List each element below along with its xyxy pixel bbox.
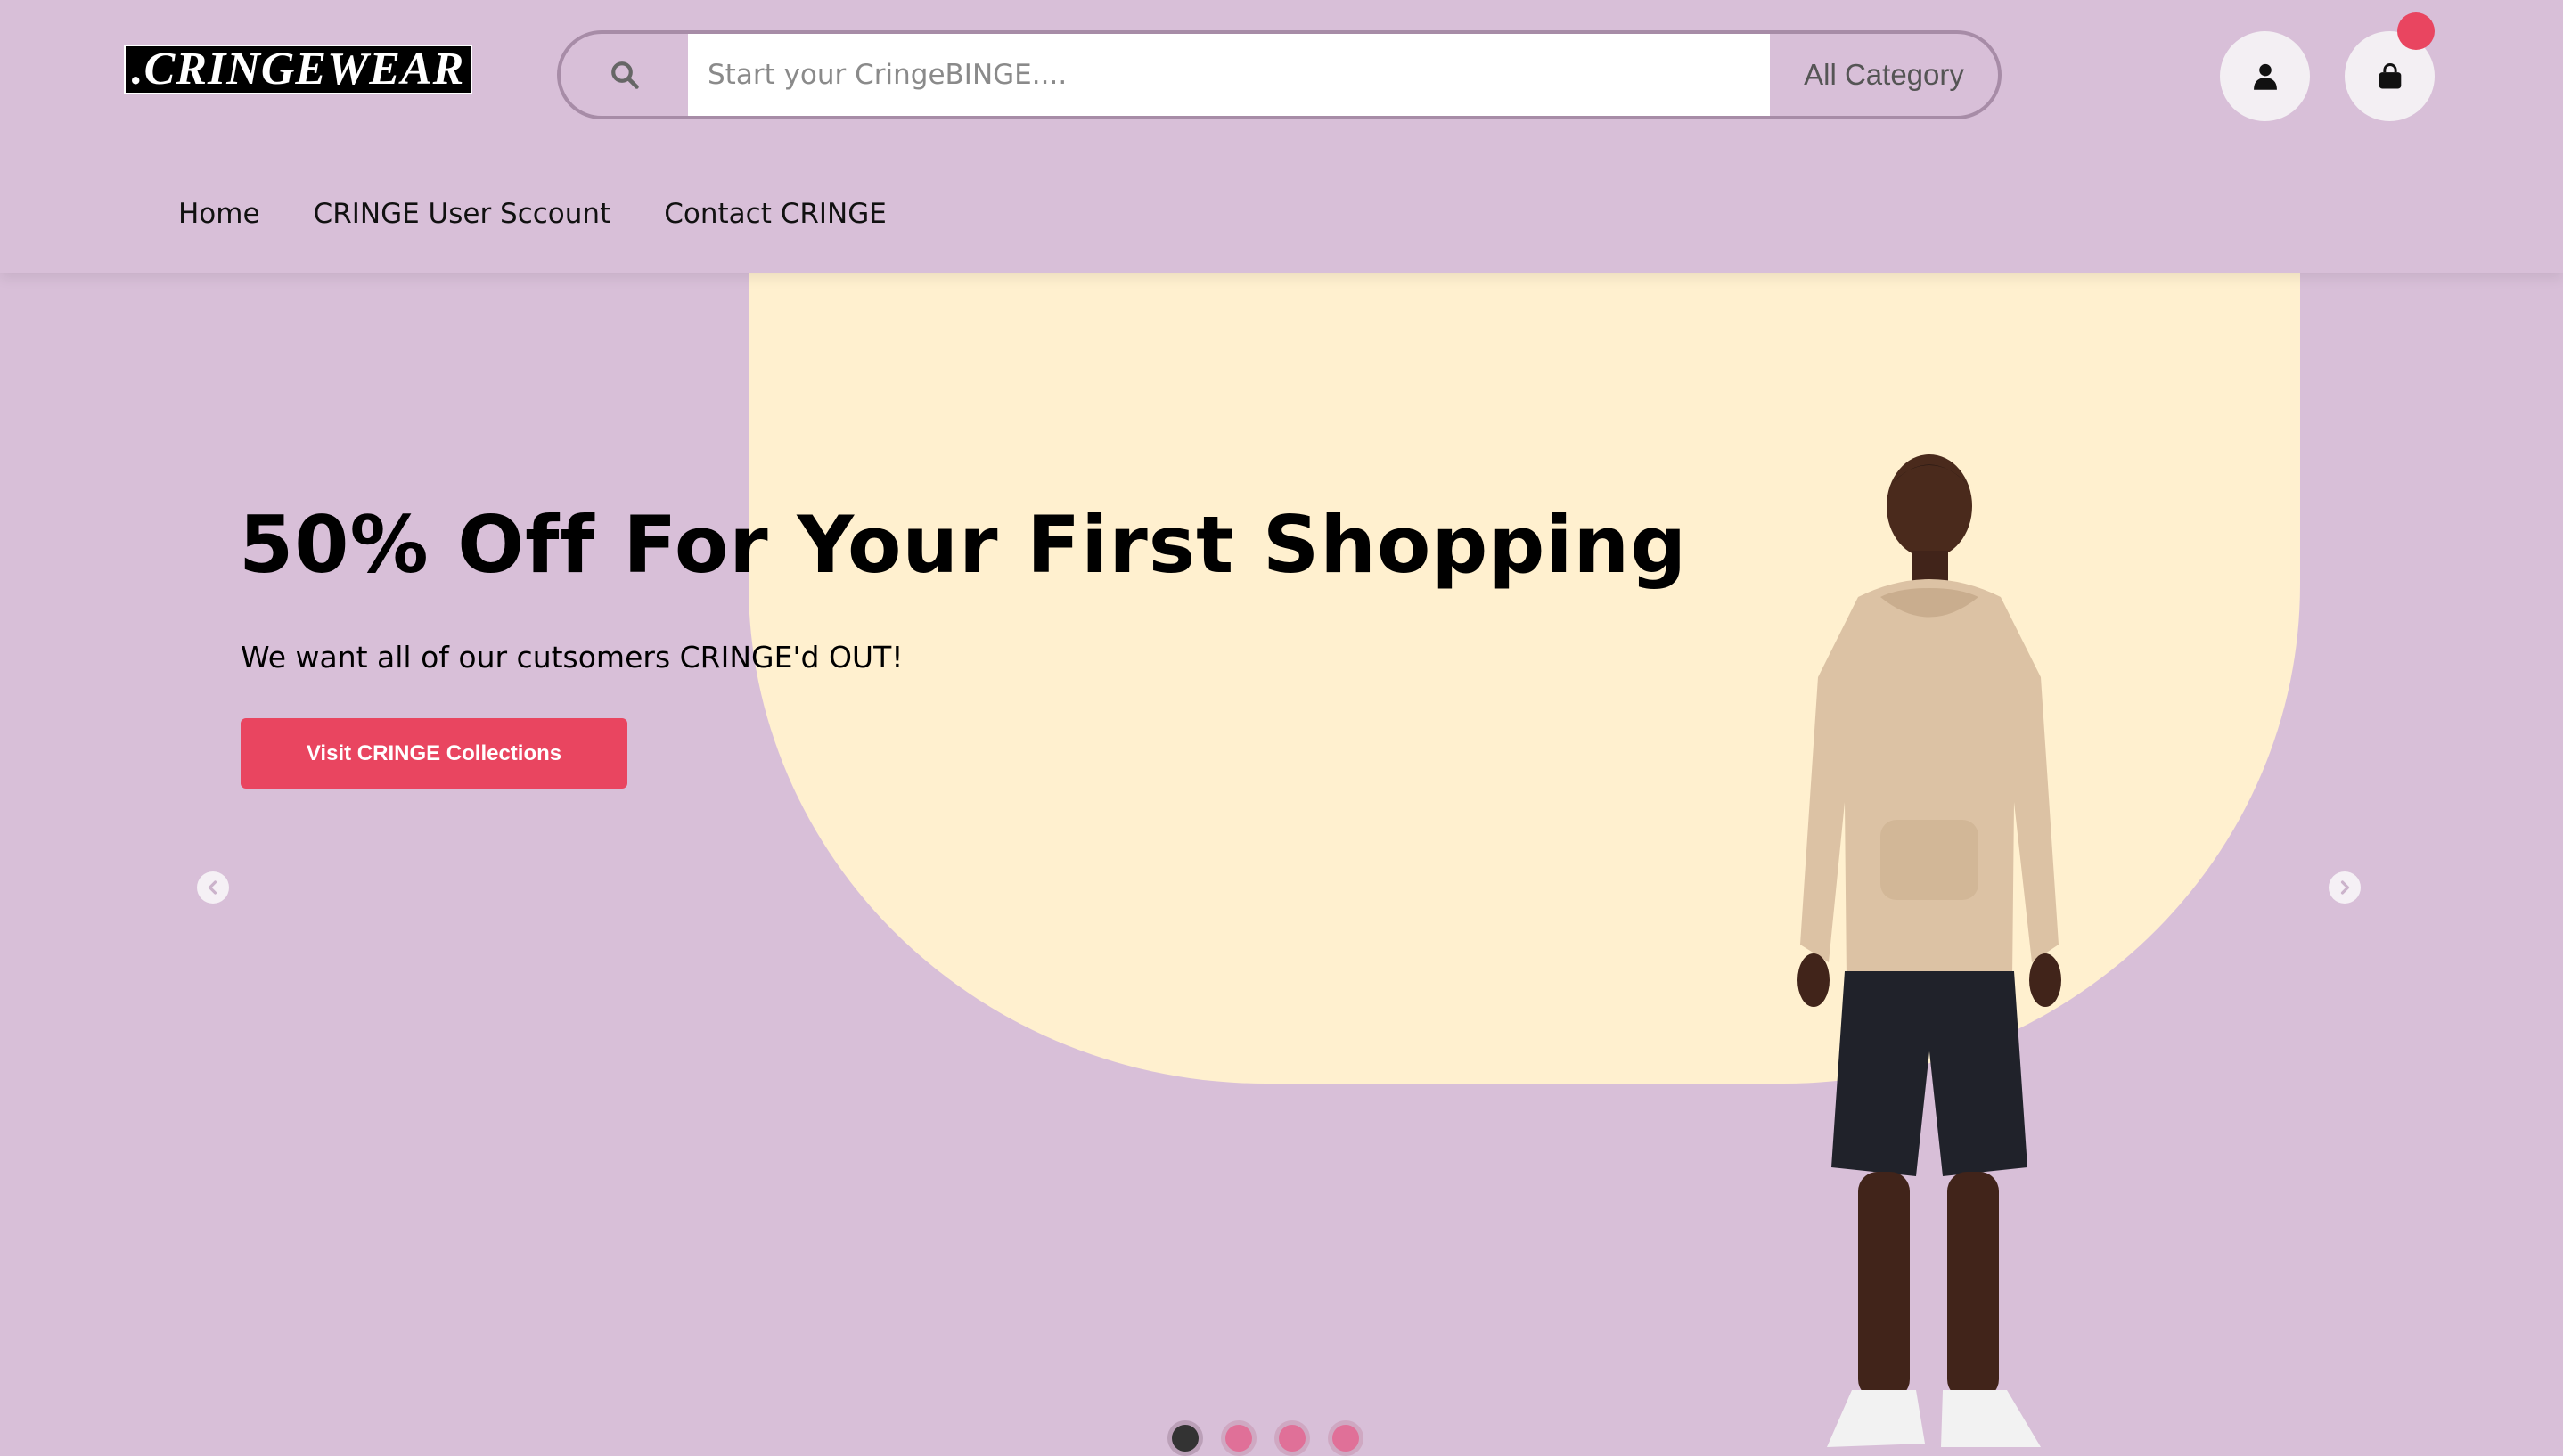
hero-model-image [1797, 454, 2061, 1447]
carousel-next-button[interactable] [2329, 871, 2361, 904]
user-account-button[interactable] [2220, 31, 2310, 121]
carousel-prev-button[interactable] [197, 871, 229, 904]
category-select[interactable]: All Category [1770, 34, 1998, 116]
carousel-dot-3[interactable] [1274, 1420, 1310, 1456]
hero-subtitle: We want all of our cutsomers CRINGE'd OU… [241, 640, 904, 675]
carousel-dot-1[interactable] [1167, 1420, 1203, 1456]
carousel-pagination [1167, 1420, 1363, 1456]
search-icon [610, 61, 639, 89]
site-header: .CRINGEWEAR All Category Home CRINGE Use… [0, 0, 2563, 273]
carousel-dot-2[interactable] [1221, 1420, 1257, 1456]
cart-badge [2397, 12, 2435, 50]
nav-item-user-account[interactable]: CRINGE User Sccount [314, 198, 611, 230]
shopping-bag-icon [2379, 62, 2401, 89]
search-button[interactable] [561, 34, 688, 116]
search-input[interactable] [688, 34, 1770, 116]
carousel-dot-4[interactable] [1328, 1420, 1363, 1456]
search-bar: All Category [557, 30, 2002, 119]
nav-item-contact[interactable]: Contact CRINGE [664, 198, 887, 230]
chevron-left-icon [208, 880, 217, 895]
hero-title: 50% Off For Your First Shopping [239, 499, 1688, 591]
user-icon [2253, 63, 2277, 90]
brand-logo-text: .CRINGEWEAR [131, 44, 465, 94]
nav-item-home[interactable]: Home [178, 198, 260, 230]
chevron-right-icon [2340, 880, 2350, 895]
main-nav: Home CRINGE User Sccount Contact CRINGE [178, 198, 887, 230]
brand-logo[interactable]: .CRINGEWEAR [124, 45, 472, 94]
category-select-label: All Category [1804, 58, 1964, 91]
visit-collections-button[interactable]: Visit CRINGE Collections [241, 718, 627, 789]
